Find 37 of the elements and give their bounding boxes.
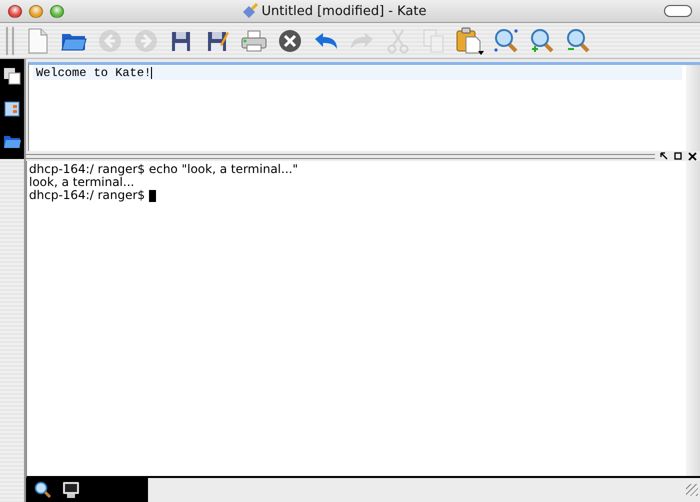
zoom-button[interactable] <box>50 4 64 18</box>
magnifier-icon <box>493 28 519 54</box>
arrow-icon <box>660 152 668 160</box>
brush-icon <box>242 3 258 19</box>
new-document-icon <box>27 28 49 54</box>
window-icon[interactable] <box>4 101 20 117</box>
toolbar-toggle-button[interactable] <box>664 5 692 17</box>
documents-icon[interactable] <box>3 67 21 85</box>
close-icon <box>688 152 697 160</box>
copy-icon <box>423 28 445 52</box>
folder-icon[interactable] <box>3 133 21 149</box>
terminal-line: dhcp-164:/ ranger$ <box>29 189 146 202</box>
text-cursor <box>151 67 152 79</box>
scrollbar[interactable] <box>686 161 700 476</box>
terminal-line: dhcp-164:/ ranger$ echo "look, a terminal..." <box>29 163 298 176</box>
undock-button[interactable] <box>659 152 669 160</box>
scrollbar[interactable] <box>686 65 700 151</box>
window-title: Untitled [modified] - Kate <box>262 4 426 18</box>
close-icon <box>278 28 302 52</box>
magnifier-icon[interactable] <box>34 481 52 499</box>
undo-arrow-icon <box>313 30 339 50</box>
text-cursor <box>148 190 156 202</box>
redo-arrow-icon <box>349 30 375 50</box>
clipboard-icon <box>455 26 485 54</box>
minimize-button[interactable] <box>29 4 43 18</box>
zoom-out-icon <box>565 28 591 54</box>
resize-grip[interactable] <box>686 484 698 496</box>
close-window-button[interactable] <box>8 4 22 18</box>
editor-text: Welcome to Kate! <box>36 66 152 80</box>
close-button[interactable] <box>687 152 698 160</box>
zoom-in-icon <box>529 28 555 54</box>
terminal-line: look, a terminal... <box>29 176 134 189</box>
toolbar-handle[interactable] <box>6 26 14 54</box>
maximize-button[interactable] <box>673 152 683 160</box>
monitor-icon[interactable] <box>62 481 80 499</box>
scissors-icon <box>387 28 409 54</box>
printer-icon <box>240 28 268 52</box>
